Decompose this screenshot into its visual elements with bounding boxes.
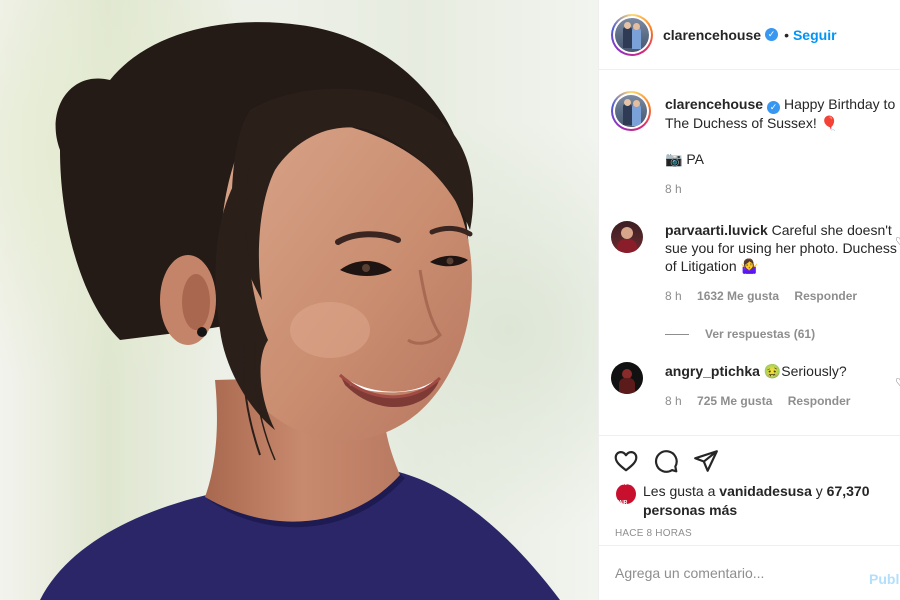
post-timestamp: HACE 8 HORAS <box>615 528 692 539</box>
instagram-post-viewer: clarencehouse ✓ • Seguir clarencehouse ✓ … <box>0 0 900 600</box>
comment-icon[interactable] <box>653 448 679 474</box>
comment-like-heart-icon[interactable]: ♡ <box>895 235 900 248</box>
comment-username[interactable]: parvaarti.luvick <box>665 222 768 238</box>
liker-avatar[interactable]: VANITY FAIR <box>616 481 636 506</box>
view-replies-button[interactable]: Ver respuestas (61) <box>665 325 897 343</box>
comment-text: 🤢Seriously? <box>763 363 847 379</box>
post-photo[interactable] <box>0 0 598 600</box>
comment-input[interactable] <box>615 565 845 581</box>
comment-time: 8 h <box>665 289 682 303</box>
comment-composer: Publicar <box>599 545 900 600</box>
heart-icon[interactable] <box>613 448 639 474</box>
author-avatar-image <box>615 17 649 52</box>
likes-summary: VANITY FAIR Les gusta a vanidadesusa y 6… <box>616 481 870 518</box>
verified-badge-icon: ✓ <box>767 100 781 114</box>
caption-author-avatar[interactable] <box>611 91 651 131</box>
post-actions: VANITY FAIR Les gusta a vanidadesusa y 6… <box>599 435 900 545</box>
post-header: clarencehouse ✓ • Seguir <box>599 0 900 70</box>
comment-likes[interactable]: 1632 Me gusta <box>697 289 779 303</box>
replies-line <box>665 333 689 335</box>
publish-button[interactable]: Publicar <box>869 571 900 587</box>
comment-time: 8 h <box>665 394 682 408</box>
follow-button[interactable]: Seguir <box>793 27 837 43</box>
portrait-illustration <box>0 0 598 600</box>
comment-likes[interactable]: 725 Me gusta <box>697 394 772 408</box>
post-side-panel: clarencehouse ✓ • Seguir clarencehouse ✓ … <box>598 0 900 600</box>
reply-button[interactable]: Responder <box>794 289 857 303</box>
view-replies-label: Ver respuestas (61) <box>705 327 816 341</box>
reply-button[interactable]: Responder <box>788 394 851 408</box>
author-username[interactable]: clarencehouse <box>663 27 761 43</box>
caption-username[interactable]: clarencehouse <box>665 96 763 112</box>
verified-badge-icon: ✓ <box>765 28 779 41</box>
photo-credit: 📷 PA <box>665 150 704 167</box>
caption-time: 8 h <box>665 181 682 196</box>
comment-like-heart-icon[interactable]: ♡ <box>895 376 900 389</box>
share-icon[interactable] <box>693 448 719 474</box>
comments-list[interactable]: clarencehouse ✓ Happy Birthday to The Duc… <box>599 71 900 435</box>
comment-username[interactable]: angry_ptichka <box>665 363 760 379</box>
liker-username[interactable]: vanidadesusa <box>719 483 812 499</box>
separator-dot: • <box>784 26 789 43</box>
commenter-avatar[interactable] <box>611 362 643 394</box>
commenter-avatar[interactable] <box>611 221 643 253</box>
author-avatar[interactable] <box>611 13 653 56</box>
